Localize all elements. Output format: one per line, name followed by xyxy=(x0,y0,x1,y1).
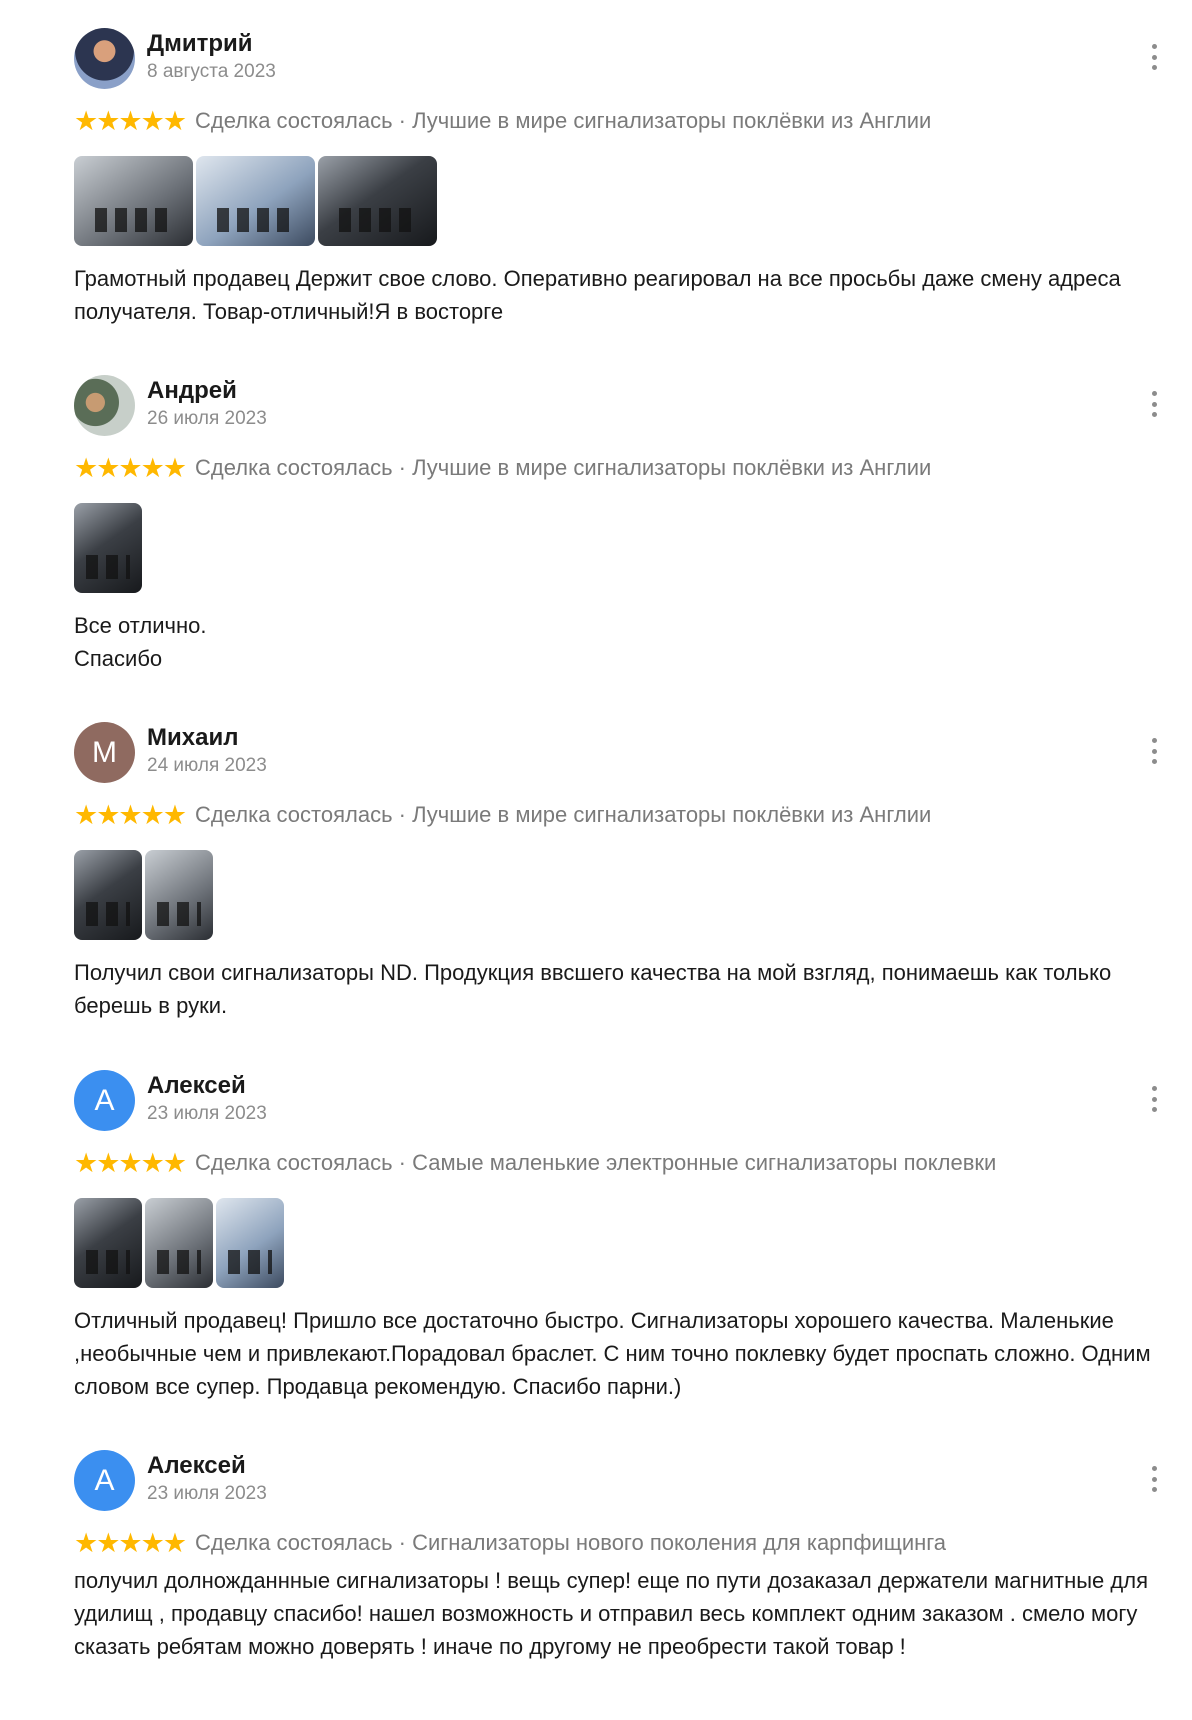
rating-line: ★★★★★ Сделка состоялась · Сигнализаторы … xyxy=(74,1528,946,1558)
author-name[interactable]: Алексей xyxy=(147,1452,246,1480)
review-header: Андрей 26 июля 2023 xyxy=(74,375,1164,439)
review-photo[interactable] xyxy=(74,850,142,940)
more-options-icon[interactable] xyxy=(1144,738,1164,764)
review-text: получил долножданнные сигнализаторы ! ве… xyxy=(74,1568,1148,1659)
author-name[interactable]: Алексей xyxy=(147,1072,246,1100)
review-text: Грамотный продавец Держит свое слово. Оп… xyxy=(74,266,1121,324)
avatar[interactable] xyxy=(74,375,135,436)
review-photo[interactable] xyxy=(216,1198,284,1288)
review-date: 24 июля 2023 xyxy=(147,755,267,776)
star-rating-icon: ★★★★★ xyxy=(74,105,187,136)
review-photo[interactable] xyxy=(74,1198,142,1288)
rating-line: ★★★★★ Сделка состоялась · Самые маленьки… xyxy=(74,1148,996,1178)
review-date: 26 июля 2023 xyxy=(147,408,267,429)
avatar[interactable]: М xyxy=(74,722,135,783)
review-photo[interactable] xyxy=(74,156,193,246)
deal-tag[interactable]: Сделка состоялась · Лучшие в мире сигнал… xyxy=(195,455,931,481)
review-photo[interactable] xyxy=(145,850,213,940)
deal-tag[interactable]: Сделка состоялась · Сигнализаторы нового… xyxy=(195,1530,946,1556)
avatar[interactable] xyxy=(74,28,135,89)
more-options-icon[interactable] xyxy=(1144,44,1164,70)
review-header: М Михаил 24 июля 2023 xyxy=(74,722,1164,786)
avatar[interactable]: А xyxy=(74,1070,135,1131)
review-item: А Алексей 23 июля 2023 ★★★★★ Сделка сост… xyxy=(74,1070,1164,1399)
star-rating-icon: ★★★★★ xyxy=(74,1147,187,1178)
deal-tag[interactable]: Сделка состоялась · Самые маленькие элек… xyxy=(195,1150,996,1176)
review-photos xyxy=(74,156,437,246)
author-name[interactable]: Дмитрий xyxy=(147,30,253,58)
more-options-icon[interactable] xyxy=(1144,1466,1164,1492)
rating-line: ★★★★★ Сделка состоялась · Лучшие в мире … xyxy=(74,800,931,830)
author-name[interactable]: Андрей xyxy=(147,377,237,405)
more-options-icon[interactable] xyxy=(1144,1086,1164,1112)
star-rating-icon: ★★★★★ xyxy=(74,1527,187,1558)
review-text: Отличный продавец! Пришло все достаточно… xyxy=(74,1308,1151,1399)
more-options-icon[interactable] xyxy=(1144,391,1164,417)
rating-line: ★★★★★ Сделка состоялась · Лучшие в мире … xyxy=(74,453,931,483)
review-header: А Алексей 23 июля 2023 xyxy=(74,1450,1164,1514)
review-text: Все отлично. Спасибо xyxy=(74,613,207,671)
star-rating-icon: ★★★★★ xyxy=(74,799,187,830)
deal-tag[interactable]: Сделка состоялась · Лучшие в мире сигнал… xyxy=(195,802,931,828)
review-photo[interactable] xyxy=(145,1198,213,1288)
review-photos xyxy=(74,1198,284,1288)
avatar[interactable]: А xyxy=(74,1450,135,1511)
review-header: Дмитрий 8 августа 2023 xyxy=(74,28,1164,92)
review-date: 23 июля 2023 xyxy=(147,1483,267,1504)
review-photo[interactable] xyxy=(318,156,437,246)
review-item: Андрей 26 июля 2023 ★★★★★ Сделка состоял… xyxy=(74,375,1164,671)
review-item: М Михаил 24 июля 2023 ★★★★★ Сделка состо… xyxy=(74,722,1164,1018)
review-item: А Алексей 23 июля 2023 ★★★★★ Сделка сост… xyxy=(74,1450,1164,1659)
review-photos xyxy=(74,850,213,940)
deal-tag[interactable]: Сделка состоялась · Лучшие в мире сигнал… xyxy=(195,108,931,134)
review-photo[interactable] xyxy=(74,503,142,593)
review-text: Получил свои сигнализаторы ND. Продукция… xyxy=(74,960,1112,1018)
review-photos xyxy=(74,503,142,593)
review-item: Дмитрий 8 августа 2023 ★★★★★ Сделка сост… xyxy=(74,28,1164,324)
review-date: 8 августа 2023 xyxy=(147,61,276,82)
review-photo[interactable] xyxy=(196,156,315,246)
rating-line: ★★★★★ Сделка состоялась · Лучшие в мире … xyxy=(74,106,931,136)
review-header: А Алексей 23 июля 2023 xyxy=(74,1070,1164,1134)
star-rating-icon: ★★★★★ xyxy=(74,452,187,483)
review-date: 23 июля 2023 xyxy=(147,1103,267,1124)
author-name[interactable]: Михаил xyxy=(147,724,238,752)
